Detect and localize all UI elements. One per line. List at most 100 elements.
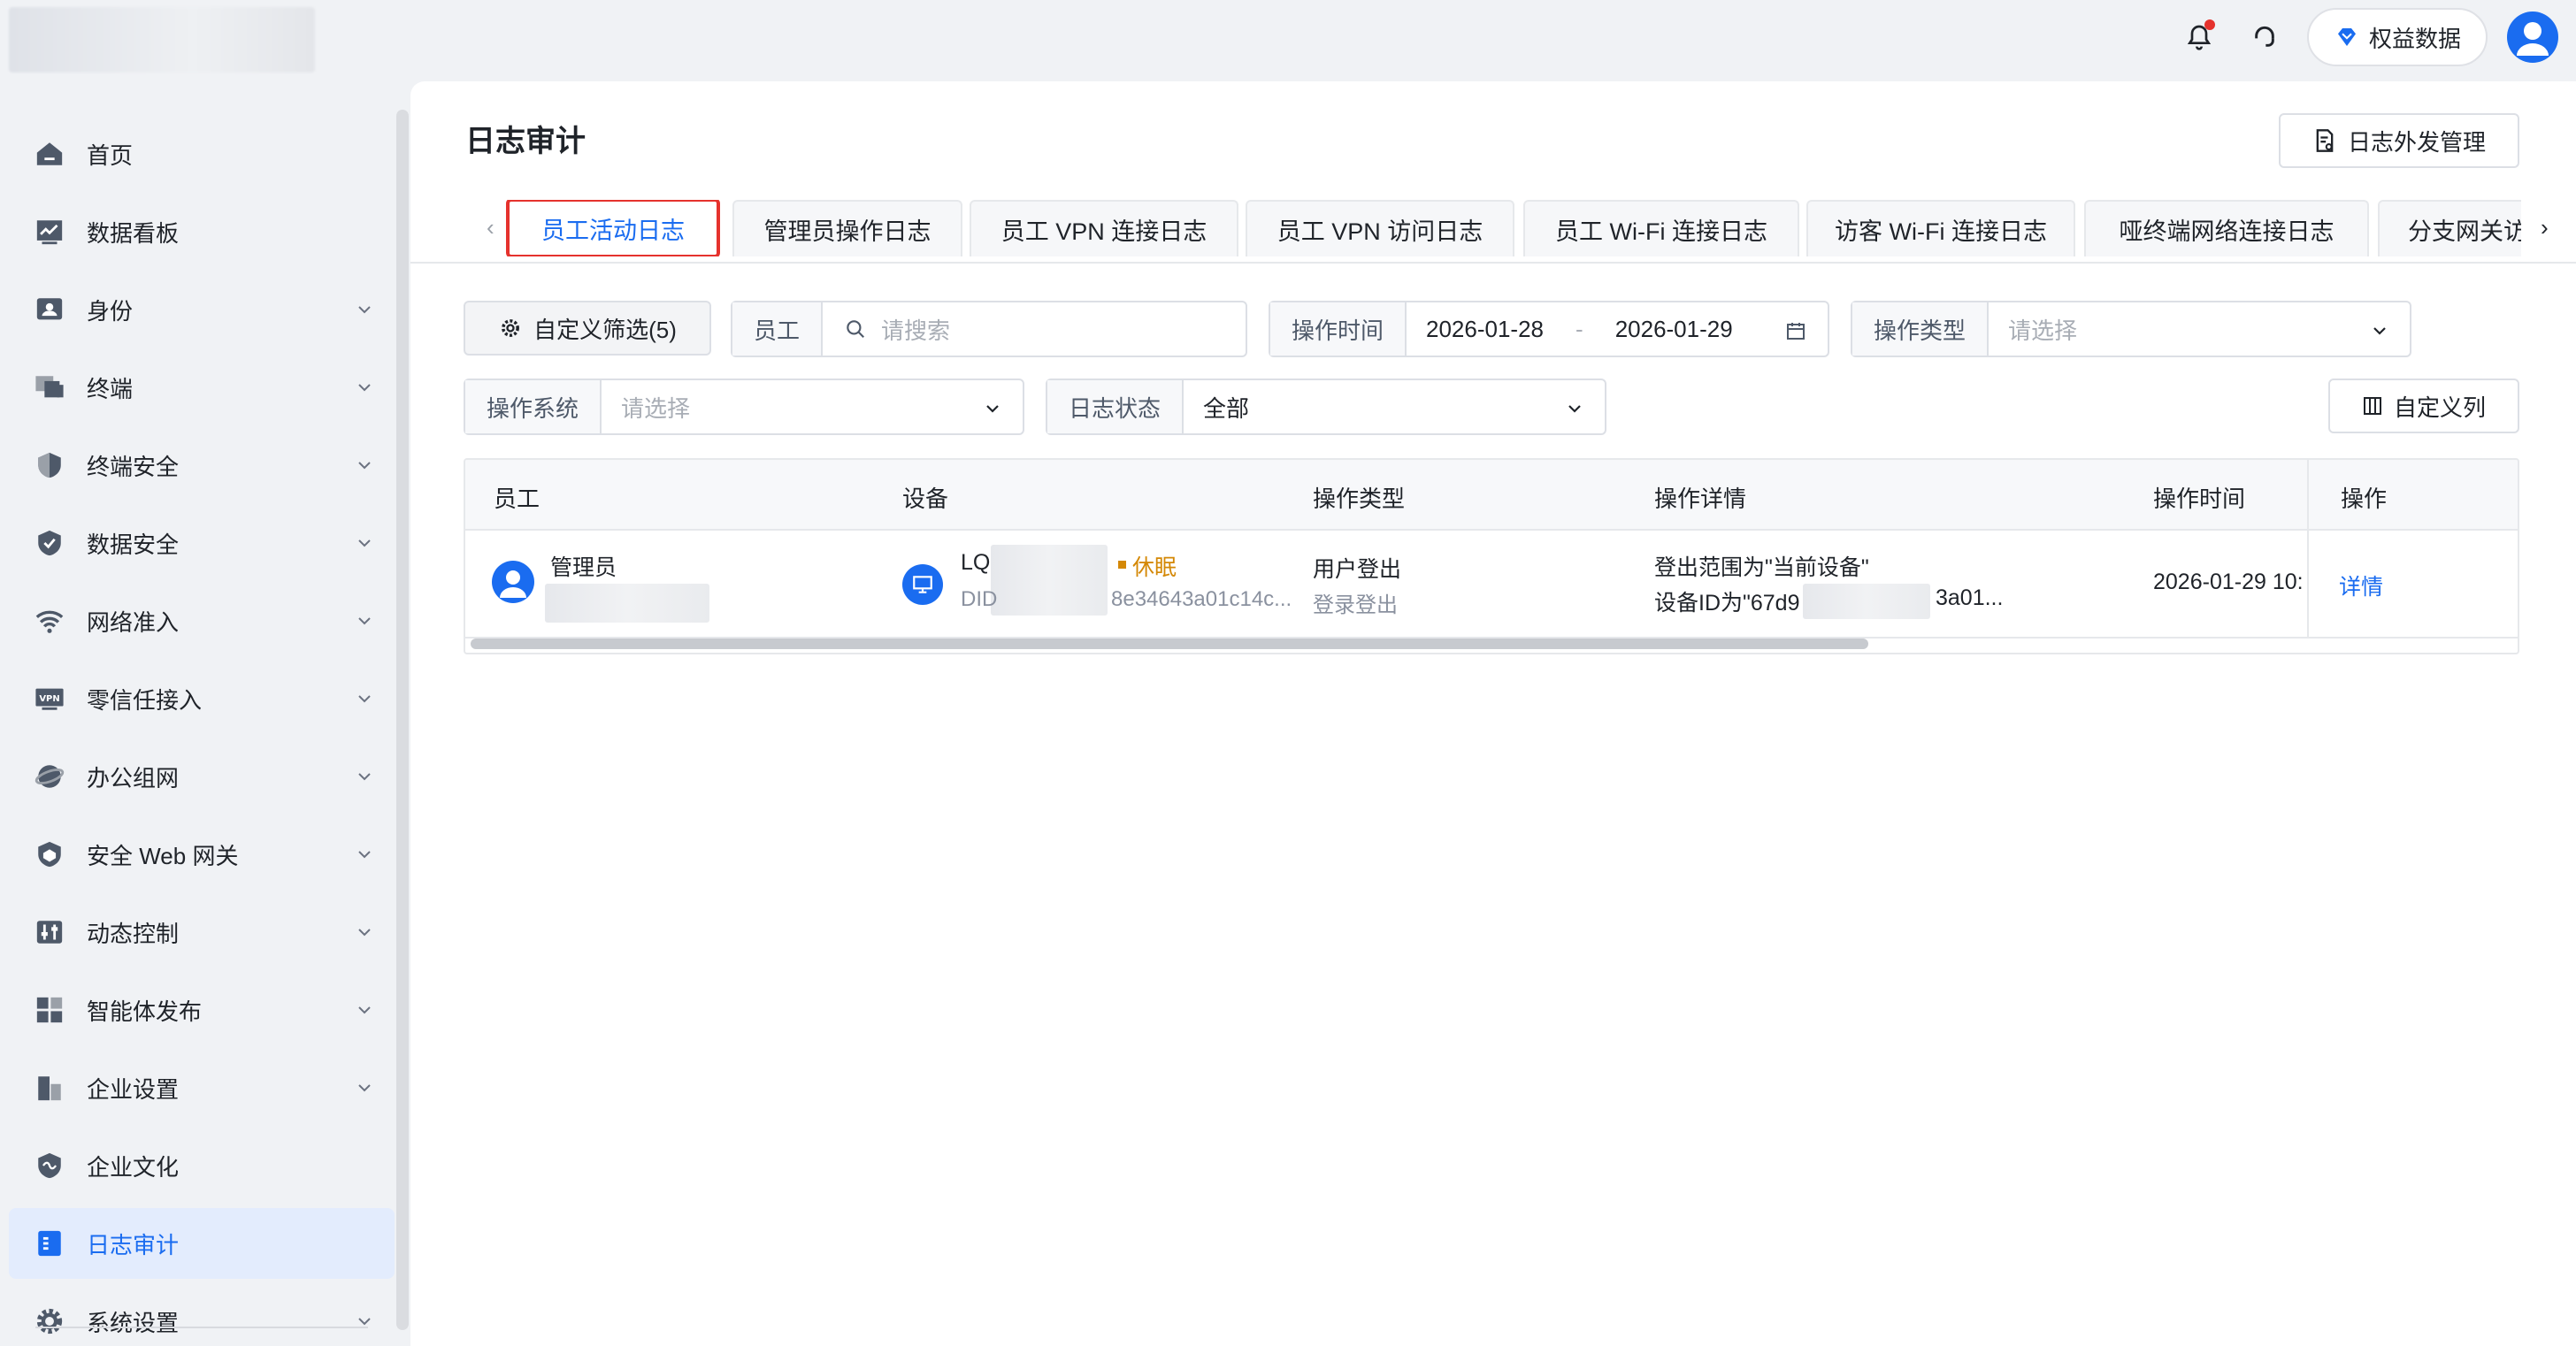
tab-branch-gateway-log[interactable]: 分支网关访 [2378, 200, 2521, 256]
notification-bell-icon[interactable] [2176, 14, 2222, 60]
sidebar-item-web-gateway[interactable]: 安全 Web 网关 [9, 819, 395, 890]
custom-columns-button[interactable]: 自定义列 [2328, 379, 2519, 433]
sidebar-item-log-audit[interactable]: 日志审计 [9, 1208, 395, 1279]
tab-guest-wifi-connection-log[interactable]: 访客 Wi-Fi 连接日志 [1806, 200, 2075, 256]
redacted-device-info [991, 545, 1108, 616]
sidebar-item-label: 首页 [87, 141, 134, 169]
operation-type-label: 操作类型 [1852, 302, 1990, 356]
app-logo [9, 7, 315, 73]
building-icon [32, 1070, 67, 1105]
table-header: 员工 设备 操作类型 操作详情 操作时间 操作 [465, 460, 2518, 531]
operation-type-value: 用户登出 [1313, 557, 1402, 582]
chevron-down-icon [358, 773, 371, 781]
sidebar-item-identity[interactable]: 身份 [9, 274, 395, 345]
shield-icon [32, 447, 67, 483]
chevron-down-icon [358, 462, 371, 470]
employee-name: 管理员 [550, 555, 617, 580]
svg-text:VPN: VPN [39, 694, 59, 704]
sidebar-item-network-access[interactable]: 网络准入 [9, 585, 395, 656]
operation-time-label: 操作时间 [1270, 302, 1407, 356]
sidebar-item-label: 企业设置 [87, 1075, 180, 1103]
operation-type-placeholder: 请选择 [2008, 317, 2078, 344]
sidebar-item-label: 零信任接入 [87, 686, 203, 714]
chevron-down-icon [2373, 327, 2386, 335]
sidebar-item-label: 日志审计 [87, 1231, 180, 1258]
sidebar-item-endpoint-security[interactable]: 终端安全 [9, 430, 395, 501]
column-header-employee: 员工 [494, 486, 540, 512]
device-id-prefix: DID [961, 587, 998, 611]
operation-time-range-field[interactable]: 操作时间 2026-01-28 - 2026-01-29 [1269, 301, 1829, 357]
culture-icon [32, 1148, 67, 1183]
table-row: 管理员 LQ 休眠 DID 8e34643a01c14c... 用户登出 登录登… [465, 531, 2518, 639]
wifi-icon [32, 603, 67, 639]
sidebar-item-dynamic-control[interactable]: 动态控制 [9, 897, 395, 967]
os-select[interactable]: 操作系统 请选择 [464, 379, 1024, 435]
columns-icon [2363, 397, 2381, 415]
gear-icon [502, 319, 520, 337]
log-status-value: 全部 [1203, 394, 1250, 422]
sidebar: 首页 数据看板 身份 终端 终端安全 数据安全 网络准入 VPN 零信任接入 办… [0, 85, 409, 1346]
chevron-down-icon [358, 1084, 371, 1092]
chevron-down-icon [986, 405, 999, 413]
tab-scroll-left-icon[interactable]: ‹ [487, 214, 494, 241]
tab-employee-wifi-connection-log[interactable]: 员工 Wi-Fi 连接日志 [1523, 200, 1799, 256]
column-header-operation-type: 操作类型 [1313, 486, 1406, 512]
log-tabs: 员工活动日志 管理员操作日志 员工 VPN 连接日志 员工 VPN 访问日志 员… [495, 200, 2521, 256]
tab-divider [410, 262, 2576, 264]
document-settings-icon [2316, 129, 2334, 152]
sidebar-item-endpoint[interactable]: 终端 [9, 352, 395, 423]
status-dot [1118, 561, 1126, 569]
date-end-input[interactable]: 2026-01-29 [1596, 316, 1752, 343]
id-card-icon [32, 292, 67, 327]
custom-columns-label: 自定义列 [2393, 394, 2486, 421]
employee-search-input[interactable]: 请搜索 [867, 313, 970, 346]
sidebar-item-label: 动态控制 [87, 920, 180, 947]
tab-dumb-terminal-network-log[interactable]: 哑终端网络连接日志 [2084, 200, 2369, 256]
operation-type-select[interactable]: 操作类型 请选择 [1851, 301, 2411, 357]
sidebar-item-dashboard[interactable]: 数据看板 [9, 196, 395, 267]
sidebar-item-enterprise-culture[interactable]: 企业文化 [9, 1130, 395, 1201]
sidebar-item-system-settings[interactable]: 系统设置 [9, 1286, 395, 1346]
column-header-operation-detail: 操作详情 [1654, 486, 1747, 512]
table-horizontal-scrollbar[interactable] [471, 639, 1868, 649]
sidebar-item-enterprise-settings[interactable]: 企业设置 [9, 1052, 395, 1123]
device-id-suffix: 8e34643a01c14c... [1111, 587, 1292, 611]
sidebar-item-data-security[interactable]: 数据安全 [9, 508, 395, 578]
tab-employee-vpn-connection-log[interactable]: 员工 VPN 连接日志 [970, 200, 1238, 256]
device-monitor-icon [902, 564, 943, 605]
log-status-select[interactable]: 日志状态 全部 [1046, 379, 1606, 435]
benefit-data-button[interactable]: 权益数据 [2306, 8, 2488, 66]
tab-scroll-right-icon[interactable]: › [2541, 214, 2549, 241]
employee-filter-label: 员工 [732, 302, 824, 356]
column-header-operation-time: 操作时间 [2153, 486, 2246, 512]
sidebar-item-agent-publish[interactable]: 智能体发布 [9, 975, 395, 1045]
detail-link[interactable]: 详情 [2339, 570, 2383, 601]
sidebar-item-zero-trust[interactable]: VPN 零信任接入 [9, 663, 395, 734]
log-status-label: 日志状态 [1047, 380, 1184, 433]
top-toolbar: 权益数据 [2176, 8, 2558, 66]
chevron-down-icon [358, 617, 371, 625]
log-export-management-button[interactable]: 日志外发管理 [2279, 113, 2519, 168]
chevron-down-icon [358, 695, 371, 703]
tab-employee-activity-log[interactable]: 员工活动日志 [506, 200, 720, 256]
support-headset-icon[interactable] [2242, 14, 2288, 60]
custom-filter-button[interactable]: 自定义筛选(5) [464, 301, 711, 356]
devices-icon [32, 370, 67, 405]
network-icon [32, 759, 67, 794]
os-label: 操作系统 [465, 380, 602, 433]
calendar-icon[interactable] [1785, 320, 1806, 341]
sidebar-item-label: 智能体发布 [87, 998, 203, 1025]
log-icon [32, 1226, 67, 1261]
date-start-input[interactable]: 2026-01-28 [1407, 316, 1563, 343]
column-header-device: 设备 [902, 486, 949, 512]
sidebar-item-home[interactable]: 首页 [9, 119, 395, 189]
employee-search-field[interactable]: 员工 请搜索 [731, 301, 1247, 357]
user-avatar[interactable] [2507, 11, 2558, 63]
activity-log-table: 员工 设备 操作类型 操作详情 操作时间 操作 管理员 LQ 休眠 DID 8e… [464, 458, 2519, 654]
sidebar-scrollbar[interactable] [396, 110, 409, 1330]
tab-admin-operation-log[interactable]: 管理员操作日志 [732, 200, 962, 256]
sidebar-item-office-network[interactable]: 办公组网 [9, 741, 395, 812]
tab-employee-vpn-access-log[interactable]: 员工 VPN 访问日志 [1246, 200, 1514, 256]
benefit-label: 权益数据 [2368, 25, 2461, 52]
sidebar-item-label: 数据安全 [87, 531, 180, 558]
